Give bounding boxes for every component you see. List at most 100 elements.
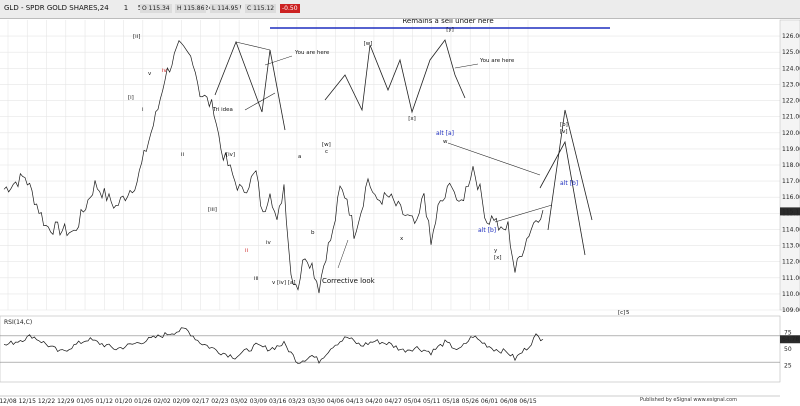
y-tick-label: 111.00: [782, 275, 800, 282]
x-tick-label: 06/01: [481, 398, 498, 405]
w-bracket-label: [w]: [364, 41, 373, 47]
x-tick-label: 03/30: [307, 398, 324, 405]
x-tick-label: 12/08: [0, 398, 17, 405]
wave-five-label: 5: [626, 310, 630, 316]
y-tick-label: 125.00: [782, 49, 800, 56]
x-tick-label: 05/18: [442, 398, 459, 405]
rsi-tick-label: 50: [784, 346, 792, 353]
footer-attribution: Published by eSignal www.esignal.com: [640, 397, 737, 403]
tri-idea-label: Tri idea: [212, 107, 233, 113]
b-bracket-label: [b]: [560, 122, 568, 128]
y-tick-label: 122.00: [782, 98, 800, 105]
y-tick-label: 117.00: [782, 178, 800, 185]
x-tick-label: 05/11: [423, 398, 440, 405]
y-tick-label: 121.00: [782, 114, 800, 121]
y-small-label: y: [494, 248, 498, 254]
v-wave-label: v: [148, 71, 152, 77]
a-wave-label: a: [298, 154, 301, 160]
iv-wave-label: iv: [266, 240, 272, 246]
x-tick-label: 12/22: [38, 398, 55, 405]
x-tick-label: 02/23: [211, 398, 228, 405]
you-are-here-label-1: You are here: [294, 50, 330, 56]
x-tick-label: 06/08: [500, 398, 517, 405]
x-tick-label: 06/15: [519, 398, 536, 405]
x-tick-label: 03/16: [269, 398, 286, 405]
quote-change: -0.50: [280, 4, 300, 13]
x-tick-label: 01/05: [76, 398, 93, 405]
iv-bracket-label: [iv]: [226, 152, 235, 158]
projection-path: [539, 140, 586, 256]
b-wave-label: b: [311, 230, 315, 236]
rsi-label: RSI(14,C): [4, 319, 32, 326]
interval-button-1[interactable]: 1: [120, 3, 132, 14]
x-tick-label: 02/09: [173, 398, 190, 405]
channel-upper-line: [447, 142, 541, 176]
y-tick-label: 123.00: [782, 81, 800, 88]
i-wave-label: i: [142, 107, 144, 113]
x-tick-label: 02/17: [192, 398, 209, 405]
symbol-title: GLD - SPDR GOLD SHARES,24: [4, 4, 109, 12]
y-tick-label: 112.00: [782, 259, 800, 266]
x-bracket-label: [x]: [408, 116, 416, 122]
red-iv-label: iv: [162, 68, 168, 74]
red-ii-label: ii: [245, 248, 249, 254]
y-tick-label: 114.00: [782, 226, 800, 233]
x-tick-label: 03/23: [288, 398, 305, 405]
x-tick-label: 05/26: [462, 398, 479, 405]
x-tick-label: 05/04: [404, 398, 421, 405]
i-bracket-label: [i]: [128, 95, 134, 101]
x-tick-label: 12/29: [57, 398, 74, 405]
tri-idea-upper-line: [235, 41, 271, 51]
y-bracket-label: [y]: [446, 27, 454, 33]
quote-high: H 115.86: [175, 4, 207, 13]
rsi-tick-label: 25: [784, 363, 792, 370]
rsi-last-label: 64.78: [782, 336, 799, 343]
you-are-here-arrow-2: [454, 63, 479, 69]
v-bracket-label: [v]: [560, 129, 568, 135]
y-tick-label: 126.00: [782, 33, 800, 40]
bottom-wave-label: v [iv] [a]: [272, 280, 296, 286]
x-tick-label: 04/13: [346, 398, 363, 405]
quote-low: L 114.95: [210, 4, 241, 13]
x-tick-label: 01/26: [134, 398, 151, 405]
esignal-chart-window: 126.00 125.00 124.00 123.00 122.00 121.00 120.…: [0, 0, 800, 406]
corrective-look-arrow: [337, 239, 349, 269]
quote-open: O 115.34: [140, 4, 172, 13]
ii-wave-label: ii: [181, 152, 185, 158]
y-tick-label: 124.00: [782, 65, 800, 72]
x-tick-label: 01/20: [115, 398, 132, 405]
y-tick-label: 113.00: [782, 243, 800, 250]
w-small-label: w: [443, 139, 448, 145]
price-chart[interactable]: 126.00 125.00 124.00 123.00 122.00 121.00 120.…: [0, 0, 800, 406]
alt-b-label-top: alt [b]: [560, 180, 578, 187]
x-tick-label: 04/27: [385, 398, 402, 405]
y-tick-label: 116.00: [782, 194, 800, 201]
chart-toolbar: GLD - SPDR GOLD SHARES,24 1510153045240D…: [0, 0, 800, 19]
alt-b-label-low: alt [b]: [478, 227, 496, 234]
x-tick-label: 01/12: [96, 398, 113, 405]
c-wave-label: c: [325, 149, 328, 155]
quote-close: C 115.12: [245, 4, 277, 13]
y-tick-label: 119.00: [782, 146, 800, 153]
x-tick-label: 03/09: [250, 398, 267, 405]
iii-wave-label: iii: [254, 276, 259, 282]
iii-bracket-label: [iii]: [208, 207, 217, 213]
last-price-label: 115.12: [782, 208, 800, 215]
x-tick-label: 02/02: [153, 398, 170, 405]
x-tick-label: 04/06: [327, 398, 344, 405]
w-wave-label: [w]: [322, 142, 331, 148]
x-tick-label: 12/15: [19, 398, 36, 405]
y-tick-label: 109.00: [782, 307, 800, 314]
alt-a-label: alt [a]: [436, 130, 454, 137]
ii-bracket-label: [ii]: [133, 34, 140, 40]
c-bracket-label: [c]: [618, 310, 625, 316]
y-tick-label: 120.00: [782, 130, 800, 137]
corrective-look-label: Corrective look: [322, 277, 376, 285]
x-tick-label: 03/02: [230, 398, 247, 405]
y-tick-label: 118.00: [782, 162, 800, 169]
x-small-label: x: [400, 236, 404, 242]
wave-path-2: [324, 39, 466, 114]
rsi-line: [3, 327, 544, 364]
x-tick-label: 04/20: [365, 398, 382, 405]
y-tick-label: 110.00: [782, 291, 800, 298]
